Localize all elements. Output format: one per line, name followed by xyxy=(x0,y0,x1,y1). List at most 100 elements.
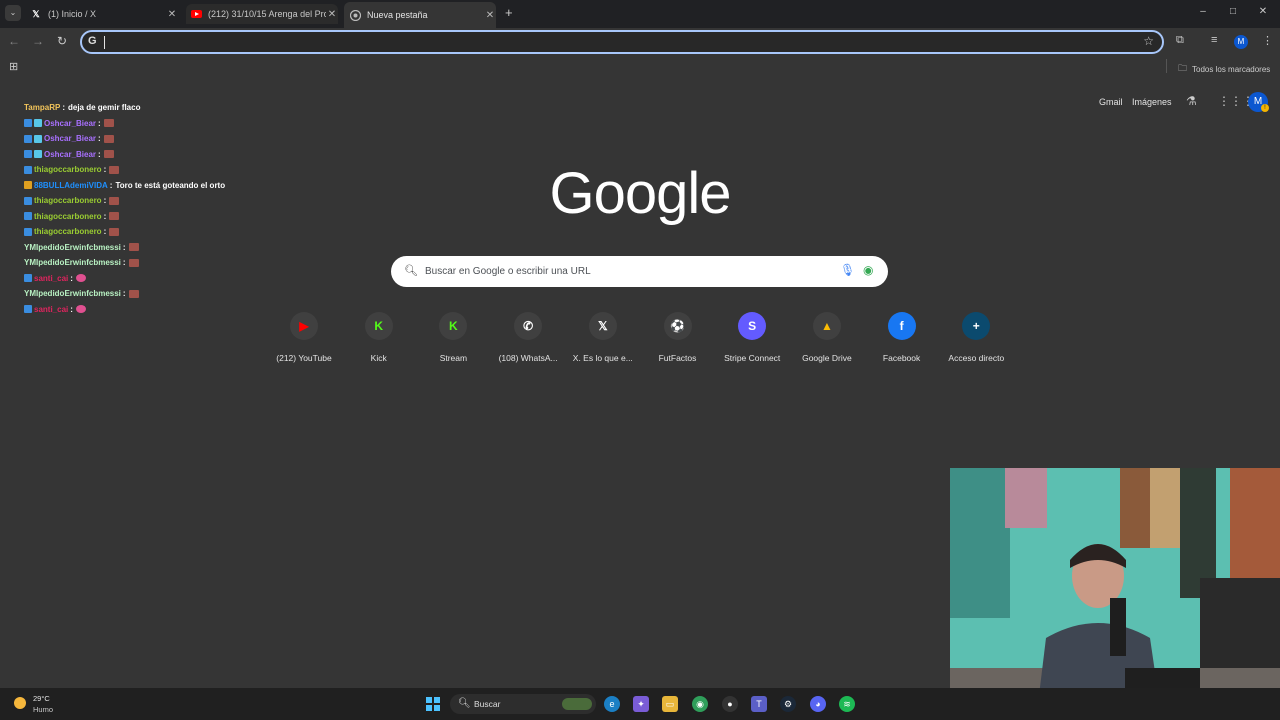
chat-username: thiagoccarbonero xyxy=(34,227,102,237)
taskbar-search-label: Buscar xyxy=(474,699,501,709)
maximize-button[interactable]: □ xyxy=(1218,6,1248,17)
windows-start-icon[interactable] xyxy=(426,697,440,711)
shortcut-tile[interactable]: S Stripe Connect xyxy=(716,312,788,372)
file-explorer-icon[interactable]: ▭ xyxy=(662,696,678,712)
chat-emote-icon xyxy=(75,274,86,283)
chat-emote-icon xyxy=(109,227,120,236)
new-tab-button[interactable]: + xyxy=(505,5,513,20)
close-window-button[interactable]: ✕ xyxy=(1248,6,1278,17)
shortcut-label: Acceso directo xyxy=(948,353,1005,363)
minimize-button[interactable]: – xyxy=(1188,6,1218,17)
shortcut-tile[interactable]: 𝕏 X. Es lo que e... xyxy=(567,312,639,372)
google-lens-icon[interactable]: ◉ xyxy=(863,263,873,277)
chat-username: YMIpedidoErwinfcbmessi xyxy=(24,289,121,299)
shortcut-label: Stream xyxy=(439,353,468,363)
x-logo-icon: 𝕏 xyxy=(32,8,40,19)
shortcut-favicon-icon: f xyxy=(887,312,916,340)
stream-chat-overlay: TampaRP: deja de gemir flaco Oshcar_Biear:… xyxy=(24,100,284,317)
chat-username: santi_cai xyxy=(34,304,69,314)
shortcut-tile[interactable]: K Stream xyxy=(417,312,489,372)
chat-badge-icon xyxy=(24,305,32,314)
gmail-link[interactable]: Gmail xyxy=(1099,97,1123,107)
chat-emote-icon xyxy=(109,165,120,174)
chat-badge-icon xyxy=(24,181,32,190)
shortcut-tile[interactable]: K Kick xyxy=(343,312,415,372)
spotify-icon[interactable]: ≋ xyxy=(839,696,855,712)
discord-icon[interactable]: ◕ xyxy=(810,696,826,712)
chat-message: thiagoccarbonero: xyxy=(24,224,284,240)
bookmarks-bar: ⊞ 🗀 Todos los marcadores xyxy=(0,56,1280,76)
teams-icon[interactable]: T xyxy=(751,696,767,712)
apps-grid-icon[interactable]: ⊞ xyxy=(9,60,18,73)
chat-emote-icon xyxy=(103,119,114,128)
chat-badge-icon xyxy=(24,196,32,205)
chat-emote-icon xyxy=(109,212,120,221)
chat-separator: : xyxy=(98,149,101,159)
tab-youtube[interactable]: (212) 31/10/15 Arenga del Pro ✕ xyxy=(186,4,338,24)
chat-separator: : xyxy=(98,118,101,128)
shortcut-tile[interactable]: ✆ (108) WhatsA... xyxy=(492,312,564,372)
chat-badge-icon xyxy=(24,212,32,221)
extensions-icon[interactable]: ⧉ xyxy=(1176,34,1184,47)
shortcut-tile[interactable]: + Acceso directo xyxy=(940,312,1012,372)
microphone-icon[interactable]: 🎙︎ xyxy=(840,263,855,277)
close-tab-icon[interactable]: ✕ xyxy=(484,10,496,21)
search-input[interactable] xyxy=(425,256,825,287)
chat-text: deja de gemir flaco xyxy=(67,103,141,113)
chat-message: santi_cai: xyxy=(24,302,284,318)
shortcut-label: Facebook xyxy=(882,353,921,363)
search-highlight-icon xyxy=(562,698,592,710)
chat-username: thiagoccarbonero xyxy=(34,211,102,221)
shortcut-tile[interactable]: ▶ (212) YouTube xyxy=(268,312,340,372)
chat-username: 88BULLAdemiVIDA xyxy=(34,180,108,190)
steam-icon[interactable]: ⚙ xyxy=(780,696,796,712)
all-bookmarks-button[interactable]: 🗀 Todos los marcadores xyxy=(1178,61,1270,77)
weather-sun-icon[interactable] xyxy=(14,697,26,709)
obs-icon[interactable]: ● xyxy=(722,696,738,712)
shortcut-favicon-icon: ▶ xyxy=(290,312,318,340)
shortcut-label: (212) YouTube xyxy=(276,353,332,363)
chat-text: Toro te está goteando el orto xyxy=(115,180,226,190)
tab-new-tab[interactable]: Nueva pestaña ✕ xyxy=(344,2,496,28)
chat-message: thiagoccarbonero: xyxy=(24,162,284,178)
close-tab-icon[interactable]: ✕ xyxy=(326,9,338,20)
shortcut-label: (108) WhatsA... xyxy=(498,353,558,363)
images-link[interactable]: Imágenes xyxy=(1132,97,1172,107)
chat-username: YMIpedidoErwinfcbmessi xyxy=(24,242,121,252)
chat-username: Oshcar_Biear xyxy=(44,134,97,144)
browser-toolbar: ← → ↻ G ☆ ⧉ ≡ ⋮ xyxy=(0,28,1280,56)
tab-search-button[interactable]: ⌄ xyxy=(5,5,21,21)
search-icon: 🔍︎ xyxy=(458,698,471,709)
chat-emote-icon xyxy=(103,150,114,159)
forward-arrow-icon[interactable]: → xyxy=(30,34,46,48)
shortcut-tile[interactable]: ▲ Google Drive xyxy=(791,312,863,372)
bookmark-star-icon[interactable]: ☆ xyxy=(1143,34,1154,48)
shortcut-favicon-icon: ⚽ xyxy=(663,312,692,340)
profile-avatar-small[interactable]: M xyxy=(1234,35,1248,49)
shortcut-tile[interactable]: ⚽ FutFactos xyxy=(642,312,714,372)
menu-kebab-icon[interactable]: ⋮ xyxy=(1262,34,1273,47)
copilot-icon[interactable]: ✦ xyxy=(633,696,649,712)
chrome-taskbar-icon[interactable]: ◉ xyxy=(692,696,708,712)
weather-description[interactable]: Humo xyxy=(33,705,53,714)
reload-icon[interactable]: ↻ xyxy=(54,34,70,48)
edge-icon[interactable]: e xyxy=(604,696,620,712)
chat-separator: : xyxy=(122,242,126,252)
chat-badge-icon xyxy=(24,227,32,236)
labs-flask-icon[interactable]: ⚗ xyxy=(1186,94,1197,108)
address-bar[interactable]: G ☆ xyxy=(80,30,1164,54)
chat-message: TampaRP: deja de gemir flaco xyxy=(24,100,284,116)
taskbar-search[interactable]: 🔍︎ Buscar xyxy=(450,694,596,714)
media-controls-icon[interactable]: ≡ xyxy=(1211,34,1217,46)
back-arrow-icon[interactable]: ← xyxy=(6,34,22,48)
profile-warning-icon: ! xyxy=(1261,104,1269,112)
shortcut-tile[interactable]: f Facebook xyxy=(866,312,938,372)
chat-badge-icon xyxy=(24,119,32,128)
tab-x-inicio[interactable]: 𝕏 (1) Inicio / X ✕ xyxy=(30,4,178,24)
search-box[interactable]: 🔍︎ 🎙︎ ◉ xyxy=(391,256,888,287)
weather-temperature[interactable]: 29°C xyxy=(33,694,50,703)
search-icon: 🔍︎ xyxy=(404,265,418,277)
shortcut-label: Kick xyxy=(370,353,387,363)
close-tab-icon[interactable]: ✕ xyxy=(166,9,178,20)
shortcut-favicon-icon: + xyxy=(962,312,991,340)
